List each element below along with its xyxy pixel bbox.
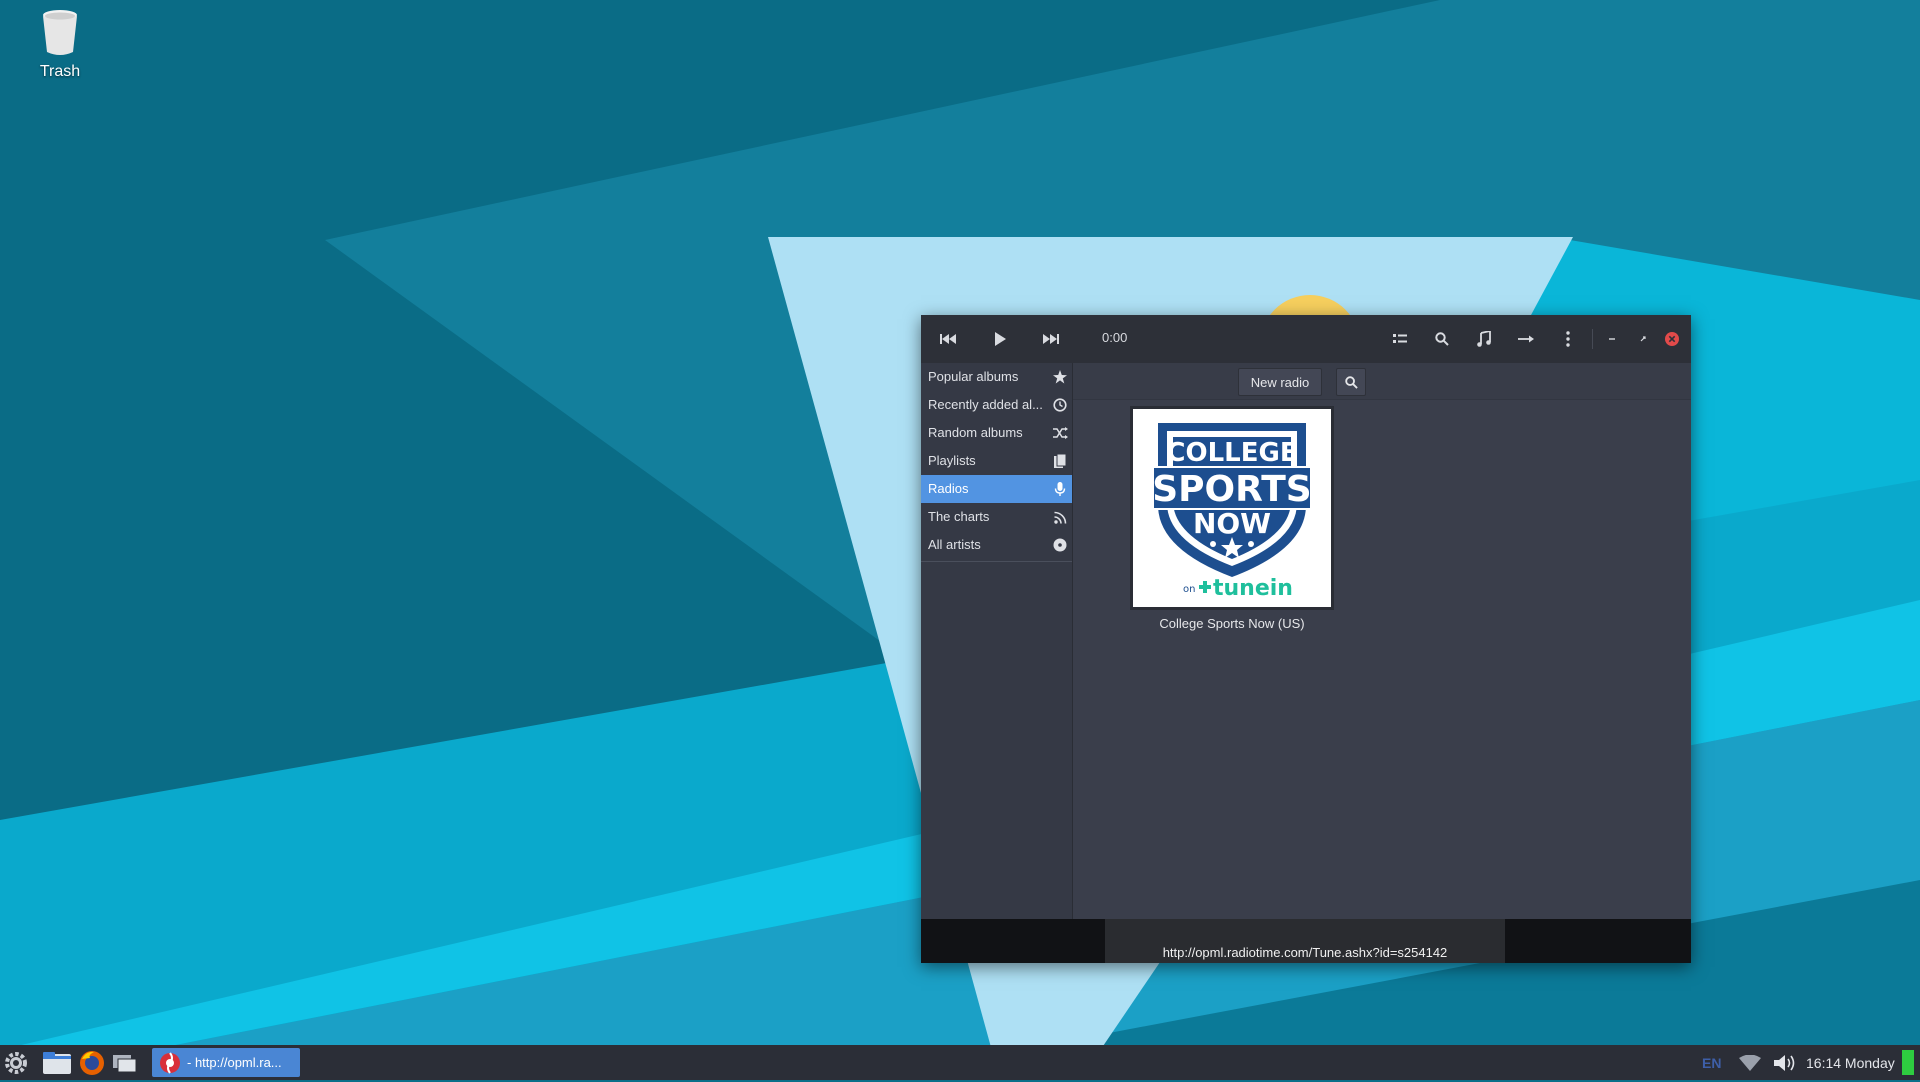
stream-url: http://opml.radiotime.com/Tune.ashx?id=s… xyxy=(1162,945,1448,960)
library-sidebar: Popular albums Recently added al... Rand… xyxy=(921,363,1073,919)
music-note-icon xyxy=(1477,331,1491,347)
trash-label: Trash xyxy=(39,63,81,80)
radios-toolbar: New radio xyxy=(1073,363,1691,400)
sidebar-item-label: Playlists xyxy=(928,453,976,468)
search-button[interactable] xyxy=(1429,327,1455,351)
keyboard-layout-indicator[interactable]: EN xyxy=(1702,1045,1721,1080)
taskbar-app-label: - http://opml.ra... xyxy=(187,1055,282,1070)
firefox-icon xyxy=(80,1051,104,1075)
minimize-icon xyxy=(1609,338,1615,340)
logo-line-2: SPORTS xyxy=(1152,469,1312,510)
maximize-icon xyxy=(1640,336,1646,342)
documents-icon xyxy=(1052,453,1068,469)
disc-icon xyxy=(1052,537,1068,553)
file-manager-launcher[interactable] xyxy=(42,1049,71,1077)
sidebar-divider xyxy=(921,561,1072,562)
speaker-icon xyxy=(1774,1054,1795,1071)
status-bar: http://opml.radiotime.com/Tune.ashx?id=s… xyxy=(921,919,1691,963)
play-button[interactable] xyxy=(987,327,1013,351)
logo-on-text: on xyxy=(1183,584,1195,595)
clock-label: 16:14 Monday xyxy=(1806,1054,1895,1071)
sidebar-item-label: All artists xyxy=(928,537,981,552)
sidebar-item-label: Recently added al... xyxy=(928,397,1043,412)
skip-forward-icon xyxy=(1043,334,1059,344)
volume-indicator[interactable] xyxy=(1774,1045,1796,1080)
tunein-plus-icon xyxy=(1199,581,1211,593)
clock-icon xyxy=(1052,397,1068,413)
play-icon xyxy=(995,332,1006,346)
app-swirl-icon xyxy=(160,1051,180,1074)
gear-icon xyxy=(5,1052,27,1074)
view-list-button[interactable] xyxy=(1387,327,1413,351)
settings-launcher[interactable] xyxy=(2,1049,30,1077)
playback-time: 0:00 xyxy=(1102,330,1128,345)
taskbar: - http://opml.ra... EN 16:14 Monday xyxy=(0,1045,1920,1080)
sidebar-item-the-charts[interactable]: The charts xyxy=(921,503,1072,531)
minimize-button[interactable] xyxy=(1599,327,1625,351)
next-button[interactable] xyxy=(1038,327,1064,351)
sidebar-item-radios[interactable]: Radios xyxy=(921,475,1072,503)
sidebar-item-popular-albums[interactable]: Popular albums xyxy=(921,363,1072,391)
microphone-icon xyxy=(1052,481,1068,497)
kebab-menu-icon xyxy=(1566,331,1570,347)
arrow-right-icon xyxy=(1518,335,1534,343)
close-icon xyxy=(1665,332,1679,346)
taskbar-active-app[interactable]: - http://opml.ra... xyxy=(152,1048,300,1077)
wifi-icon xyxy=(1739,1054,1761,1071)
sidebar-item-random-albums[interactable]: Random albums xyxy=(921,419,1072,447)
window-switcher-launcher[interactable] xyxy=(110,1049,138,1077)
network-indicator[interactable] xyxy=(1739,1045,1761,1080)
rss-icon xyxy=(1052,509,1068,525)
trash-desktop-icon[interactable]: Trash xyxy=(26,8,94,81)
trash-icon xyxy=(43,10,77,55)
radio-search-button[interactable] xyxy=(1336,368,1366,396)
sidebar-item-label: Random albums xyxy=(928,425,1023,440)
radio-station-title: College Sports Now (US) xyxy=(1159,616,1305,631)
search-icon xyxy=(1435,332,1449,346)
search-icon xyxy=(1344,375,1358,389)
sidebar-item-label: The charts xyxy=(928,509,990,524)
menu-button[interactable] xyxy=(1555,327,1581,351)
maximize-button[interactable] xyxy=(1630,327,1656,351)
battery-indicator[interactable] xyxy=(1902,1050,1914,1075)
sidebar-item-all-artists[interactable]: All artists xyxy=(921,531,1072,559)
music-player-window: 0:00 Popular albums Recently added al...… xyxy=(921,315,1691,963)
music-note-button[interactable] xyxy=(1471,327,1497,351)
radios-view: New radio COLLEGE SPORTS NOW on tunein C… xyxy=(1073,363,1691,919)
close-button[interactable] xyxy=(1659,327,1685,351)
sidebar-item-label: Radios xyxy=(928,481,969,496)
new-radio-button[interactable]: New radio xyxy=(1238,368,1322,396)
sidebar-item-label: Popular albums xyxy=(928,369,1019,384)
list-icon xyxy=(1393,334,1407,343)
titlebar-divider xyxy=(1592,329,1593,349)
previous-button[interactable] xyxy=(935,327,961,351)
logo-line-1: COLLEGE xyxy=(1166,438,1297,468)
sidebar-item-playlists[interactable]: Playlists xyxy=(921,447,1072,475)
radio-logo: COLLEGE SPORTS NOW on tunein xyxy=(1130,406,1334,610)
sidebar-item-recently-added[interactable]: Recently added al... xyxy=(921,391,1072,419)
radio-station-card[interactable]: COLLEGE SPORTS NOW on tunein College Spo… xyxy=(1130,406,1334,631)
star-icon xyxy=(1052,369,1068,385)
player-titlebar: 0:00 xyxy=(921,315,1691,363)
repeat-mode-button[interactable] xyxy=(1513,327,1539,351)
keyboard-layout-label: EN xyxy=(1702,1054,1722,1071)
windows-icon xyxy=(113,1055,137,1073)
logo-line-3: NOW xyxy=(1193,507,1271,540)
logo-brand-text: tunein xyxy=(1213,576,1293,601)
clock[interactable]: 16:14 Monday xyxy=(1806,1045,1895,1080)
folder-icon xyxy=(43,1052,71,1074)
skip-back-icon xyxy=(940,334,956,344)
shuffle-icon xyxy=(1052,425,1068,441)
firefox-launcher[interactable] xyxy=(78,1049,106,1077)
